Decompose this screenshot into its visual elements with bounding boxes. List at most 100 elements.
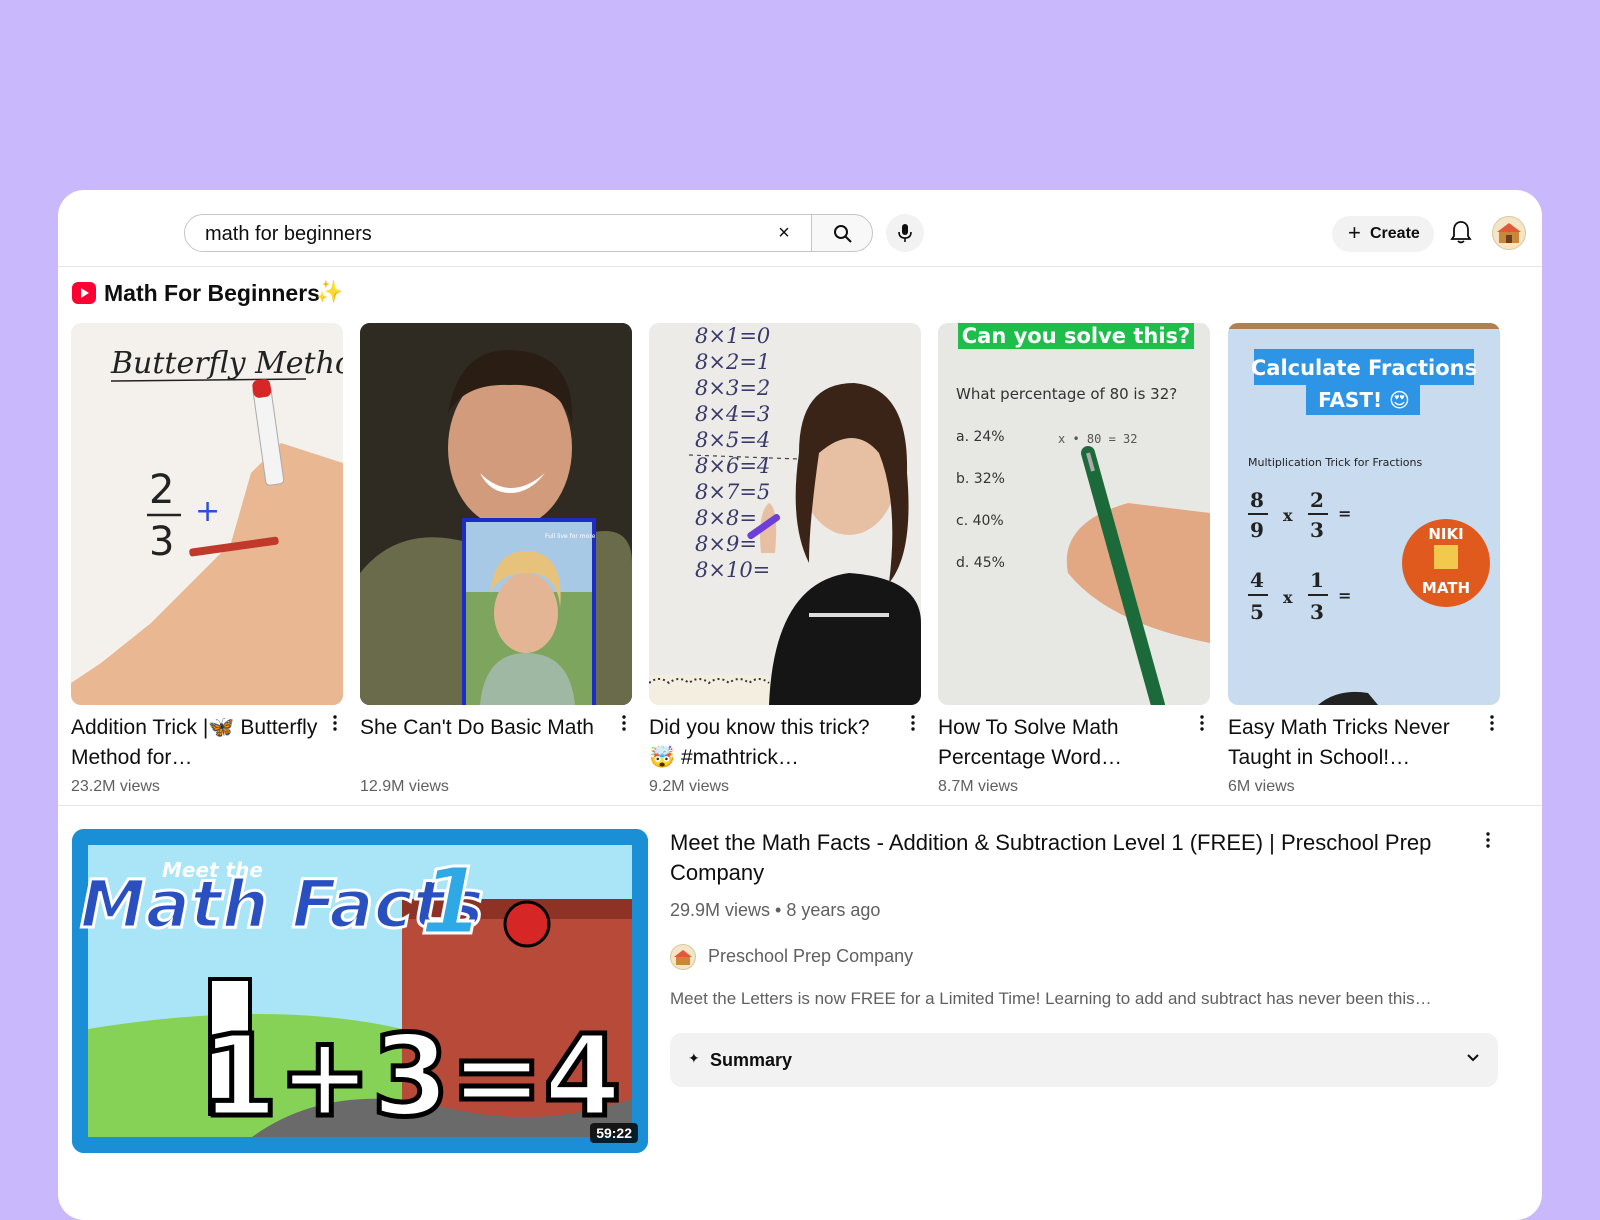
svg-text:8×3=2: 8×3=2 <box>695 376 770 400</box>
short-views-3: 9.2M views <box>649 778 730 795</box>
short-thumbnail-5[interactable]: Calculate Fractions FAST! 😍 Multiplicati… <box>1228 323 1500 705</box>
short-views-4: 8.7M views <box>938 778 1019 795</box>
more-vertical-icon <box>1490 715 1494 731</box>
youtube-shorts-icon <box>72 282 96 304</box>
thumb-work: x • 80 = 32 <box>1058 432 1137 446</box>
svg-text:9: 9 <box>1250 518 1264 542</box>
svg-text:b. 32%: b. 32% <box>956 471 1005 487</box>
short-title-4[interactable]: How To Solve Math Percentage Word… <box>938 713 1186 773</box>
more-vertical-icon <box>1200 715 1204 731</box>
svg-text:8×2=1: 8×2=1 <box>695 350 770 374</box>
fraction-problems: 8 9 x 2 3 = 4 5 x 1 3 = <box>1250 488 1351 624</box>
svg-text:8×1=0: 8×1=0 <box>695 324 770 348</box>
more-vertical-icon <box>911 715 915 731</box>
more-vertical-icon <box>622 715 626 731</box>
search-input[interactable] <box>203 221 747 247</box>
svg-text:8×4=3: 8×4=3 <box>695 402 770 426</box>
thumb-banner: Can you solve this? <box>962 324 1190 348</box>
short-views-5: 6M views <box>1228 778 1295 795</box>
logo-text-1: NIKI <box>1428 525 1463 543</box>
svg-text:c. 40%: c. 40% <box>956 513 1004 529</box>
thumb-banner-line-1: Calculate Fractions <box>1251 356 1477 380</box>
chevron-down-icon <box>1467 1054 1479 1062</box>
video-thumbnail[interactable]: Meet the Math Facts 1 1+3=4 59:22 <box>72 829 648 1153</box>
svg-text:3: 3 <box>1310 518 1324 542</box>
short-thumbnail-3[interactable]: 8×1=0 8×2=1 8×3=2 8×4=3 8×5=4 8×6=4 8×7=… <box>649 323 921 705</box>
short-title-3[interactable]: Did you know this trick? 🤯 #mathtrick… <box>649 713 897 773</box>
thumb-numerator: 2 <box>149 467 174 513</box>
more-vertical-icon <box>1486 832 1490 848</box>
svg-text:8×6=4: 8×6=4 <box>695 454 770 478</box>
thumb-plus: + <box>195 494 220 529</box>
thumb-banner-line-2: FAST! 😍 <box>1318 388 1410 412</box>
short-thumbnail-1[interactable]: Butterfly Method 2 3 + <box>71 323 343 705</box>
plus-icon: + <box>1348 220 1361 245</box>
svg-text:8×5=4: 8×5=4 <box>695 428 770 452</box>
svg-text:x: x <box>1283 506 1293 525</box>
voice-search-button[interactable] <box>886 214 924 252</box>
sparkle-icon: ✦ <box>688 1050 700 1066</box>
create-label: Create <box>1370 225 1420 242</box>
thumb-denominator: 3 <box>149 519 174 565</box>
more-options-button-3[interactable] <box>907 713 921 737</box>
search-button[interactable] <box>811 214 873 252</box>
svg-text:d. 45%: d. 45% <box>956 555 1005 571</box>
svg-text:4: 4 <box>1250 568 1264 592</box>
short-thumbnail-2[interactable]: Full live for more <box>360 323 632 705</box>
channel-avatar[interactable] <box>670 944 696 970</box>
video-title[interactable]: Meet the Math Facts - Addition & Subtrac… <box>670 828 1460 888</box>
svg-text:=: = <box>1338 586 1351 605</box>
browser-window: × + Create Math For Beginners ✨ Butterfl… <box>58 190 1542 1220</box>
fire-helmet <box>503 900 551 948</box>
svg-text:3: 3 <box>1310 600 1324 624</box>
video-description: Meet the Letters is now FREE for a Limit… <box>670 989 1432 1008</box>
short-views-1: 23.2M views <box>71 778 160 795</box>
logo-text-2: MATH <box>1422 579 1470 597</box>
times-table: 8×1=0 8×2=1 8×3=2 8×4=3 8×5=4 8×6=4 8×7=… <box>695 324 770 582</box>
search-box[interactable]: × <box>184 214 812 252</box>
more-vertical-icon <box>333 715 337 731</box>
search-icon <box>834 225 852 243</box>
more-options-button-1[interactable] <box>329 713 343 737</box>
thumb-level-number: 1 <box>420 848 484 955</box>
video-duration: 59:22 <box>590 1123 638 1143</box>
short-thumbnail-4[interactable]: Can you solve this? What percentage of 8… <box>938 323 1210 705</box>
svg-text:1: 1 <box>1310 568 1324 592</box>
create-button[interactable]: + Create <box>1332 216 1434 252</box>
section-title: Math For Beginners <box>104 280 320 306</box>
thumb-question: What percentage of 80 is 32? <box>956 385 1177 403</box>
svg-text:8×8=: 8×8= <box>695 506 757 530</box>
user-avatar[interactable] <box>1492 216 1526 250</box>
more-options-button-2[interactable] <box>618 713 632 737</box>
svg-text:5: 5 <box>1250 600 1264 624</box>
short-title-2[interactable]: She Can't Do Basic Math <box>360 713 608 773</box>
svg-text:2: 2 <box>1310 488 1324 512</box>
svg-text:=: = <box>1338 504 1351 523</box>
summary-label: Summary <box>710 1050 793 1070</box>
more-options-button-5[interactable] <box>1486 713 1500 737</box>
notifications-bell-icon[interactable] <box>1450 220 1472 244</box>
clear-search-icon[interactable]: × <box>771 220 797 246</box>
thumb-subtitle: Multiplication Trick for Fractions <box>1248 456 1422 469</box>
channel-name[interactable]: Preschool Prep Company <box>708 946 913 967</box>
short-title-1[interactable]: Addition Trick |🦋 Butterfly Method for… <box>71 713 319 773</box>
microphone-icon <box>898 224 912 242</box>
more-options-button-4[interactable] <box>1196 713 1210 737</box>
svg-text:8×10=: 8×10= <box>695 558 770 582</box>
answer-options: a. 24% b. 32% c. 40% d. 45% <box>956 429 1005 571</box>
section-divider <box>58 805 1542 806</box>
svg-text:x: x <box>1283 588 1293 607</box>
video-meta: 29.9M views • 8 years ago <box>670 900 881 920</box>
short-views-2: 12.9M views <box>360 778 449 795</box>
inset-caption: Full live for more <box>545 533 596 540</box>
short-title-5[interactable]: Easy Math Tricks Never Taught in School!… <box>1228 713 1476 773</box>
summary-expander[interactable]: ✦ Summary <box>670 1033 1498 1087</box>
svg-text:8: 8 <box>1250 488 1264 512</box>
sparkle-emoji: ✨ <box>316 279 344 304</box>
top-bar: × + Create <box>58 190 1542 267</box>
svg-text:a. 24%: a. 24% <box>956 429 1005 445</box>
thumb-heading: Butterfly Method <box>110 346 343 381</box>
video-more-options-button[interactable] <box>1482 830 1496 854</box>
svg-text:8×7=5: 8×7=5 <box>695 480 770 504</box>
thumb-equation: 1+3=4 <box>200 1012 621 1142</box>
